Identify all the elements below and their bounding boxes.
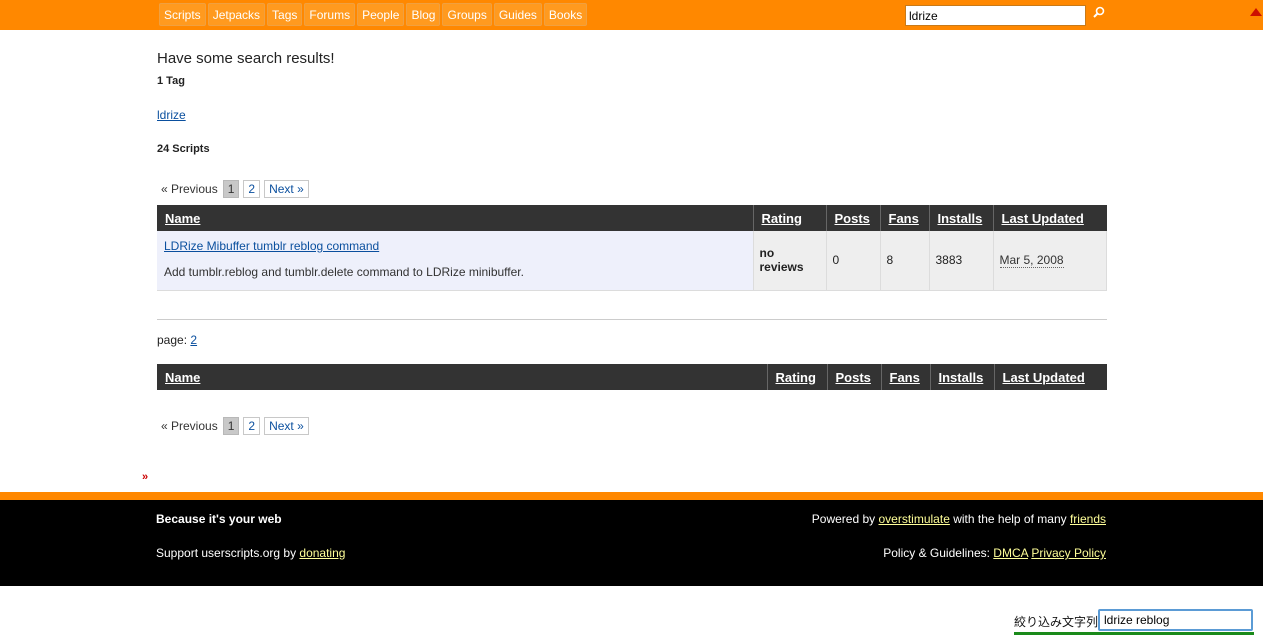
col-name-header-2[interactable]: Name xyxy=(157,364,768,390)
footer: Because it's your web Support userscript… xyxy=(0,500,1263,586)
pager-current: 1 xyxy=(222,180,240,198)
pager-page-2[interactable]: 2 xyxy=(243,180,261,198)
script-updated-date: Mar 5, 2008 xyxy=(999,253,1064,269)
filter-label: 絞り込み文字列: xyxy=(1014,615,1102,629)
script-rating: no reviews xyxy=(753,231,827,291)
page-indicator: page: 2 xyxy=(157,333,197,347)
double-chevron-right-icon[interactable]: » xyxy=(142,471,148,483)
nav-guides[interactable]: Guides xyxy=(493,3,542,26)
col-installs-header-2[interactable]: Installs xyxy=(930,364,995,390)
col-posts-header[interactable]: Posts xyxy=(826,205,881,231)
pager-next[interactable]: Next » xyxy=(264,417,309,435)
site-search-input[interactable] xyxy=(905,5,1086,26)
col-name-header[interactable]: Name xyxy=(157,205,754,231)
footer-tagline: Because it's your web xyxy=(156,512,282,526)
col-updated-header[interactable]: Last Updated xyxy=(993,205,1107,231)
col-rating-header-2[interactable]: Rating xyxy=(767,364,828,390)
col-rating-header[interactable]: Rating xyxy=(753,205,827,231)
privacy-policy-link[interactable]: Privacy Policy xyxy=(1031,546,1106,560)
nav-tags[interactable]: Tags xyxy=(267,3,303,26)
scripts-table: Name Rating Posts Fans Installs Last Upd… xyxy=(157,205,1107,291)
nav-scripts[interactable]: Scripts xyxy=(159,3,206,26)
nav-jetpacks[interactable]: Jetpacks xyxy=(207,3,266,26)
pager-previous: « Previous xyxy=(161,419,218,433)
script-title-link[interactable]: LDRize Mibuffer tumblr reblog command xyxy=(164,239,379,253)
pager-top: « Previous 1 2 Next » xyxy=(161,180,309,198)
scripts-table-page-2: Name Rating Posts Fans Installs Last Upd… xyxy=(157,364,1107,390)
page-2-link[interactable]: 2 xyxy=(190,333,197,347)
top-nav-bar: Scripts Jetpacks Tags Forums People Blog… xyxy=(0,0,1263,30)
footer-policy: Policy & Guidelines: DMCA Privacy Policy xyxy=(883,546,1106,560)
nav-books[interactable]: Books xyxy=(543,3,588,26)
pager-page-2[interactable]: 2 xyxy=(243,417,261,435)
pager-current: 1 xyxy=(222,417,240,435)
footer-support: Support userscripts.org by donating xyxy=(156,546,346,560)
col-updated-header-2[interactable]: Last Updated xyxy=(994,364,1107,390)
pager-previous: « Previous xyxy=(161,182,218,196)
scripts-heading: 24 Scripts xyxy=(157,143,210,155)
tags-heading: 1 Tag xyxy=(157,75,185,87)
footer-band xyxy=(0,492,1263,500)
nav-blog[interactable]: Blog xyxy=(406,3,441,26)
filter-status-bar xyxy=(1014,632,1254,635)
col-posts-header-2[interactable]: Posts xyxy=(827,364,882,390)
dmca-link[interactable]: DMCA xyxy=(993,546,1028,560)
scroll-top-icon[interactable] xyxy=(1250,8,1262,16)
magnifier-icon[interactable] xyxy=(1091,6,1107,22)
nav-people[interactable]: People xyxy=(357,3,405,26)
script-description: Add tumblr.reblog and tumblr.delete comm… xyxy=(164,265,524,279)
overstimulate-link[interactable]: overstimulate xyxy=(879,512,950,526)
script-installs: 3883 xyxy=(929,231,994,291)
table-row: LDRize Mibuffer tumblr reblog command Ad… xyxy=(157,231,1107,291)
tag-link[interactable]: ldrize xyxy=(157,108,186,122)
friends-link[interactable]: friends xyxy=(1070,512,1106,526)
script-updated: Mar 5, 2008 xyxy=(993,231,1107,291)
script-fans: 8 xyxy=(880,231,930,291)
footer-powered: Powered by overstimulate with the help o… xyxy=(811,512,1106,526)
donating-link[interactable]: donating xyxy=(299,546,345,560)
nav-groups[interactable]: Groups xyxy=(442,3,492,26)
script-name-cell: LDRize Mibuffer tumblr reblog command Ad… xyxy=(157,231,754,291)
page-label: page: xyxy=(157,333,188,347)
page-title: Have some search results! xyxy=(157,50,335,67)
col-installs-header[interactable]: Installs xyxy=(929,205,994,231)
col-fans-header[interactable]: Fans xyxy=(880,205,930,231)
pager-bottom: « Previous 1 2 Next » xyxy=(161,417,309,435)
script-posts: 0 xyxy=(826,231,881,291)
main-nav: Scripts Jetpacks Tags Forums People Blog… xyxy=(159,3,588,26)
filter-input[interactable] xyxy=(1098,609,1253,631)
section-divider xyxy=(157,319,1107,320)
pager-next[interactable]: Next » xyxy=(264,180,309,198)
col-fans-header-2[interactable]: Fans xyxy=(881,364,931,390)
nav-forums[interactable]: Forums xyxy=(304,3,356,26)
